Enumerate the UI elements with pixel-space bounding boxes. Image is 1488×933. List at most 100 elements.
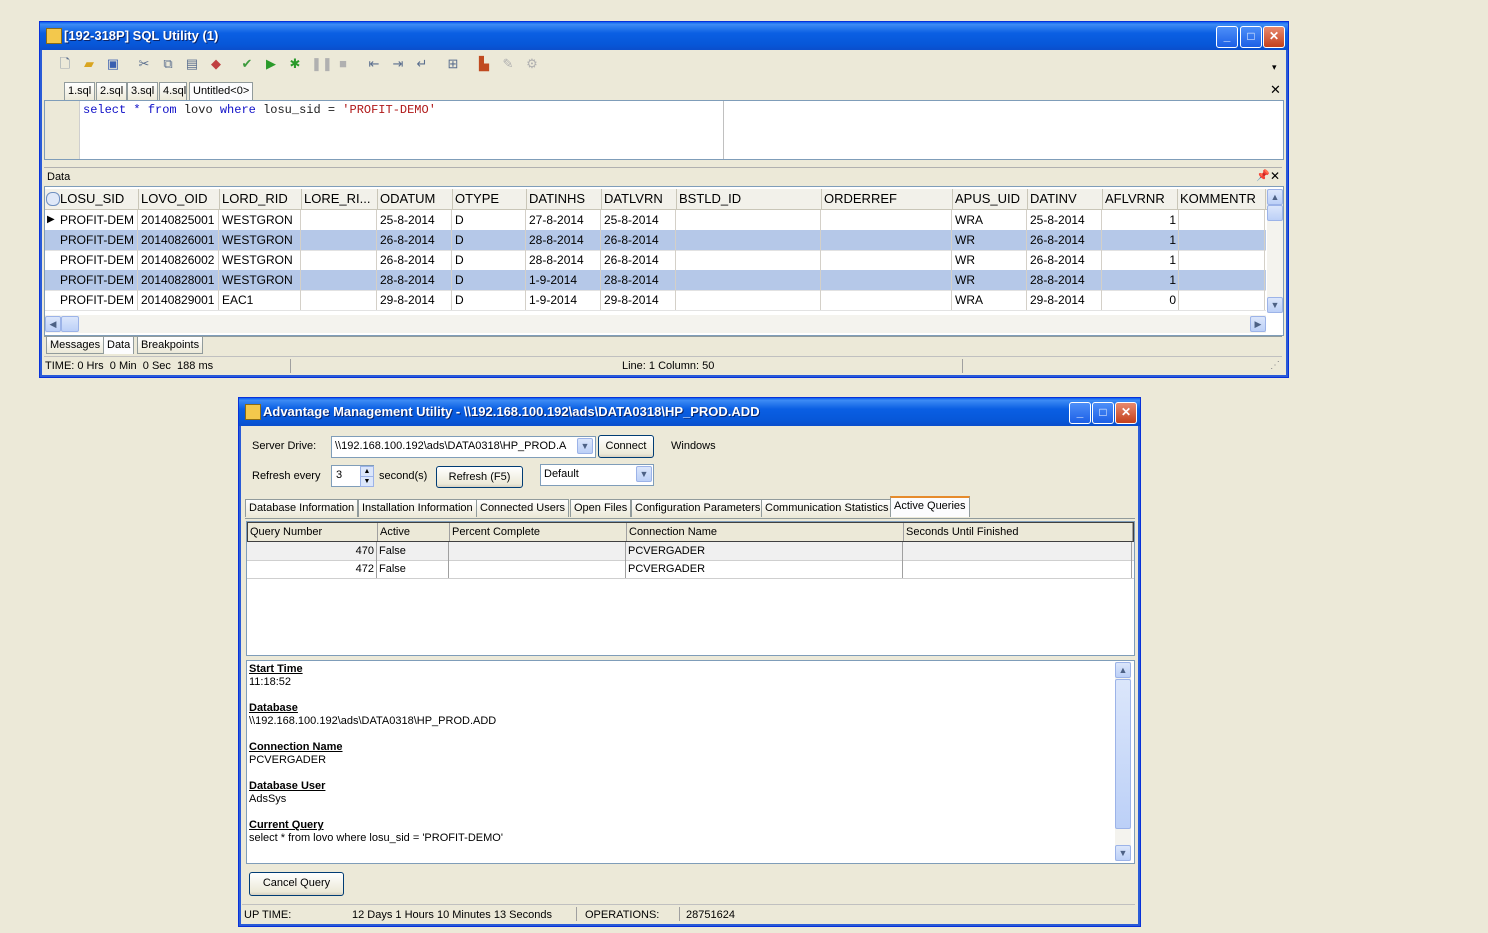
stop-icon[interactable]: ■: [335, 56, 351, 72]
close-tab-icon[interactable]: ✕: [1270, 82, 1281, 98]
save-icon[interactable]: ▣: [105, 56, 121, 72]
grid-cell[interactable]: WRA: [953, 290, 1027, 310]
tab-1-sql[interactable]: 1.sql: [64, 82, 96, 100]
grid-cell[interactable]: D: [453, 230, 526, 250]
grid-row[interactable]: PROFIT-DEM 20140826001 WESTGRON 26-8-2014 D 2…: [45, 230, 1266, 251]
cancel-query-button[interactable]: Cancel Query: [249, 872, 344, 896]
grid-cell[interactable]: [677, 270, 821, 290]
details-vscrollbar[interactable]: ▲ ▼: [1115, 662, 1131, 861]
grid-cell[interactable]: 26-8-2014: [602, 250, 676, 270]
col-header[interactable]: AFLVRNR: [1103, 189, 1178, 209]
cut-icon[interactable]: ✂: [136, 56, 152, 72]
grid-cell[interactable]: PROFIT-DEM: [58, 290, 138, 310]
grid-cell[interactable]: 1: [1103, 210, 1179, 230]
col-header[interactable]: LOSU_SID: [58, 189, 139, 209]
grid-cell[interactable]: PROFIT-DEM: [58, 270, 138, 290]
tab-connected-users[interactable]: Connected Users: [476, 499, 569, 517]
wrap-icon[interactable]: ↵: [414, 56, 430, 72]
grid-cell[interactable]: 25-8-2014: [602, 210, 676, 230]
eraser-icon[interactable]: ◆: [208, 56, 224, 72]
grid-cell[interactable]: 25-8-2014: [378, 210, 452, 230]
col-header[interactable]: LORE_RI...: [302, 189, 378, 209]
scroll-up-icon[interactable]: ▲: [1267, 189, 1283, 205]
grid-cell[interactable]: [822, 230, 952, 250]
grid-cell[interactable]: PROFIT-DEM: [58, 210, 138, 230]
grid-row[interactable]: PROFIT-DEM 20140829001 EAC1 29-8-2014 D 1-9-2…: [45, 290, 1266, 311]
scroll-up-icon[interactable]: ▲: [1115, 662, 1131, 678]
grid-cell[interactable]: WESTGRON: [220, 270, 301, 290]
paste-icon[interactable]: ▤: [184, 56, 200, 72]
grid-cell[interactable]: [822, 270, 952, 290]
indent-left-icon[interactable]: ⇤: [366, 56, 382, 72]
grid-cell[interactable]: 29-8-2014: [1028, 290, 1102, 310]
grid-cell[interactable]: 28-8-2014: [1028, 270, 1102, 290]
col-header[interactable]: Active: [378, 523, 450, 541]
col-header[interactable]: APUS_UID: [953, 189, 1028, 209]
col-header[interactable]: Query Number: [248, 523, 378, 541]
tab-active-queries[interactable]: Active Queries: [890, 496, 970, 517]
grid-cell[interactable]: [1178, 250, 1265, 270]
grid-cell[interactable]: 20140828001: [139, 270, 219, 290]
grid-cell[interactable]: [302, 210, 377, 230]
hscroll-thumb[interactable]: [61, 316, 79, 332]
grid-cell[interactable]: 27-8-2014: [527, 210, 601, 230]
grid-cell[interactable]: 20140829001: [139, 290, 219, 310]
grid-cell[interactable]: D: [453, 270, 526, 290]
col-header[interactable]: DATINHS: [527, 189, 602, 209]
minimize-button[interactable]: _: [1069, 402, 1091, 424]
col-header[interactable]: Seconds Until Finished: [904, 523, 1133, 541]
grid-cell[interactable]: 28-8-2014: [527, 250, 601, 270]
col-header[interactable]: OTYPE: [453, 189, 527, 209]
grid-cell[interactable]: D: [453, 250, 526, 270]
run-icon[interactable]: ▶: [263, 56, 279, 72]
col-header[interactable]: DATINV: [1028, 189, 1103, 209]
refresh-button[interactable]: Refresh (F5): [436, 466, 523, 488]
grid-cell[interactable]: PROFIT-DEM: [58, 230, 138, 250]
server-drive-combo[interactable]: \\192.168.100.192\ads\DATA0318\HP_PROD.A…: [331, 436, 596, 458]
verify-icon[interactable]: ✔: [239, 56, 255, 72]
copy-icon[interactable]: ⧉: [160, 56, 176, 72]
grid-row[interactable]: PROFIT-DEM 20140828001 WESTGRON 28-8-2014 D 1…: [45, 270, 1266, 291]
grid-cell[interactable]: D: [453, 210, 526, 230]
close-button[interactable]: ✕: [1115, 402, 1137, 424]
grid-cell[interactable]: D: [453, 290, 526, 310]
pause-icon[interactable]: ❚❚: [311, 56, 333, 72]
tab-messages[interactable]: Messages: [46, 337, 105, 354]
tab-breakpoints[interactable]: Breakpoints: [137, 337, 204, 354]
grid-cell[interactable]: 26-8-2014: [378, 250, 452, 270]
grid-cell[interactable]: [677, 230, 821, 250]
grid-cell[interactable]: [822, 250, 952, 270]
dropdown-arrow-icon[interactable]: ▼: [577, 438, 593, 454]
view-mode-select[interactable]: Default ▼: [540, 464, 654, 486]
tab-database-information[interactable]: Database Information: [245, 499, 359, 517]
grid-cell[interactable]: [677, 290, 821, 310]
layout-icon[interactable]: ⊞: [445, 56, 461, 72]
tab-untitled[interactable]: Untitled<0>: [189, 82, 254, 100]
scroll-right-icon[interactable]: ▶: [1250, 316, 1266, 332]
grid-hscrollbar[interactable]: ◀ ▶: [45, 315, 1266, 333]
tab-configuration-parameters[interactable]: Configuration Parameters: [631, 499, 765, 517]
query-row[interactable]: 470 False PCVERGADER: [247, 542, 1134, 561]
col-header[interactable]: DATLVRN: [602, 189, 677, 209]
query-row[interactable]: 472 False PCVERGADER: [247, 560, 1134, 579]
close-panel-icon[interactable]: ✕: [1270, 169, 1280, 183]
grid-cell[interactable]: 1-9-2014: [527, 290, 601, 310]
toolbar-overflow-icon[interactable]: ▾: [1272, 62, 1277, 73]
tab-4-sql[interactable]: 4.sql: [159, 82, 187, 100]
grid-cell[interactable]: [1178, 230, 1265, 250]
grid-cell[interactable]: 29-8-2014: [378, 290, 452, 310]
grid-row[interactable]: PROFIT-DEM 20140826002 WESTGRON 26-8-2014 D 2…: [45, 250, 1266, 271]
sql-titlebar[interactable]: [192-318P] SQL Utility (1) _ □ ✕: [40, 22, 1288, 50]
grid-cell[interactable]: 1-9-2014: [527, 270, 601, 290]
export-icon[interactable]: ▙: [476, 56, 492, 72]
scroll-down-icon[interactable]: ▼: [1267, 297, 1283, 313]
scroll-down-icon[interactable]: ▼: [1115, 845, 1131, 861]
col-header[interactable]: Connection Name: [627, 523, 904, 541]
col-header[interactable]: Percent Complete: [450, 523, 627, 541]
grid-cell[interactable]: 20140826002: [139, 250, 219, 270]
grid-cell[interactable]: PROFIT-DEM: [58, 250, 138, 270]
grid-cell[interactable]: [1178, 290, 1265, 310]
col-header[interactable]: LORD_RID: [220, 189, 302, 209]
grid-cell[interactable]: EAC1: [220, 290, 301, 310]
maximize-button[interactable]: □: [1092, 402, 1114, 424]
